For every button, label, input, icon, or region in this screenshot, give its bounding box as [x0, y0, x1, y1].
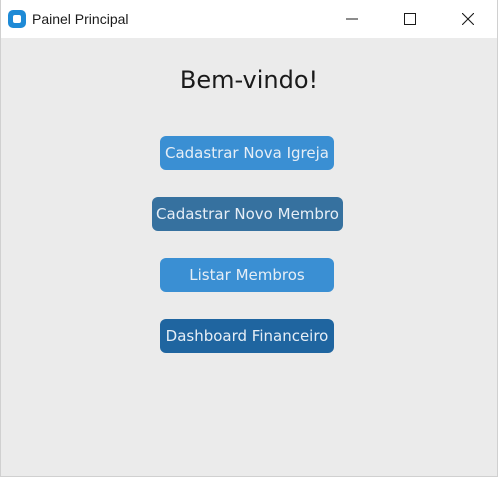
main-panel: Bem-vindo! Cadastrar Nova Igreja Cadastr…: [1, 38, 497, 477]
title-bar[interactable]: Painel Principal: [1, 0, 497, 38]
maximize-icon: [404, 13, 416, 25]
close-button[interactable]: [439, 0, 497, 38]
app-icon: [8, 10, 26, 28]
window-title: Painel Principal: [32, 11, 129, 27]
minimize-icon: [346, 18, 358, 20]
minimize-button[interactable]: [323, 0, 381, 38]
welcome-heading: Bem-vindo!: [179, 66, 319, 94]
financial-dashboard-button[interactable]: Dashboard Financeiro: [160, 319, 334, 353]
app-window: Painel Principal Bem-vindo! Cadastrar No…: [0, 0, 498, 477]
list-members-button[interactable]: Listar Membros: [160, 258, 334, 292]
maximize-button[interactable]: [381, 0, 439, 38]
register-church-button[interactable]: Cadastrar Nova Igreja: [160, 136, 334, 170]
register-member-button[interactable]: Cadastrar Novo Membro: [152, 197, 343, 231]
close-icon: [462, 13, 474, 25]
